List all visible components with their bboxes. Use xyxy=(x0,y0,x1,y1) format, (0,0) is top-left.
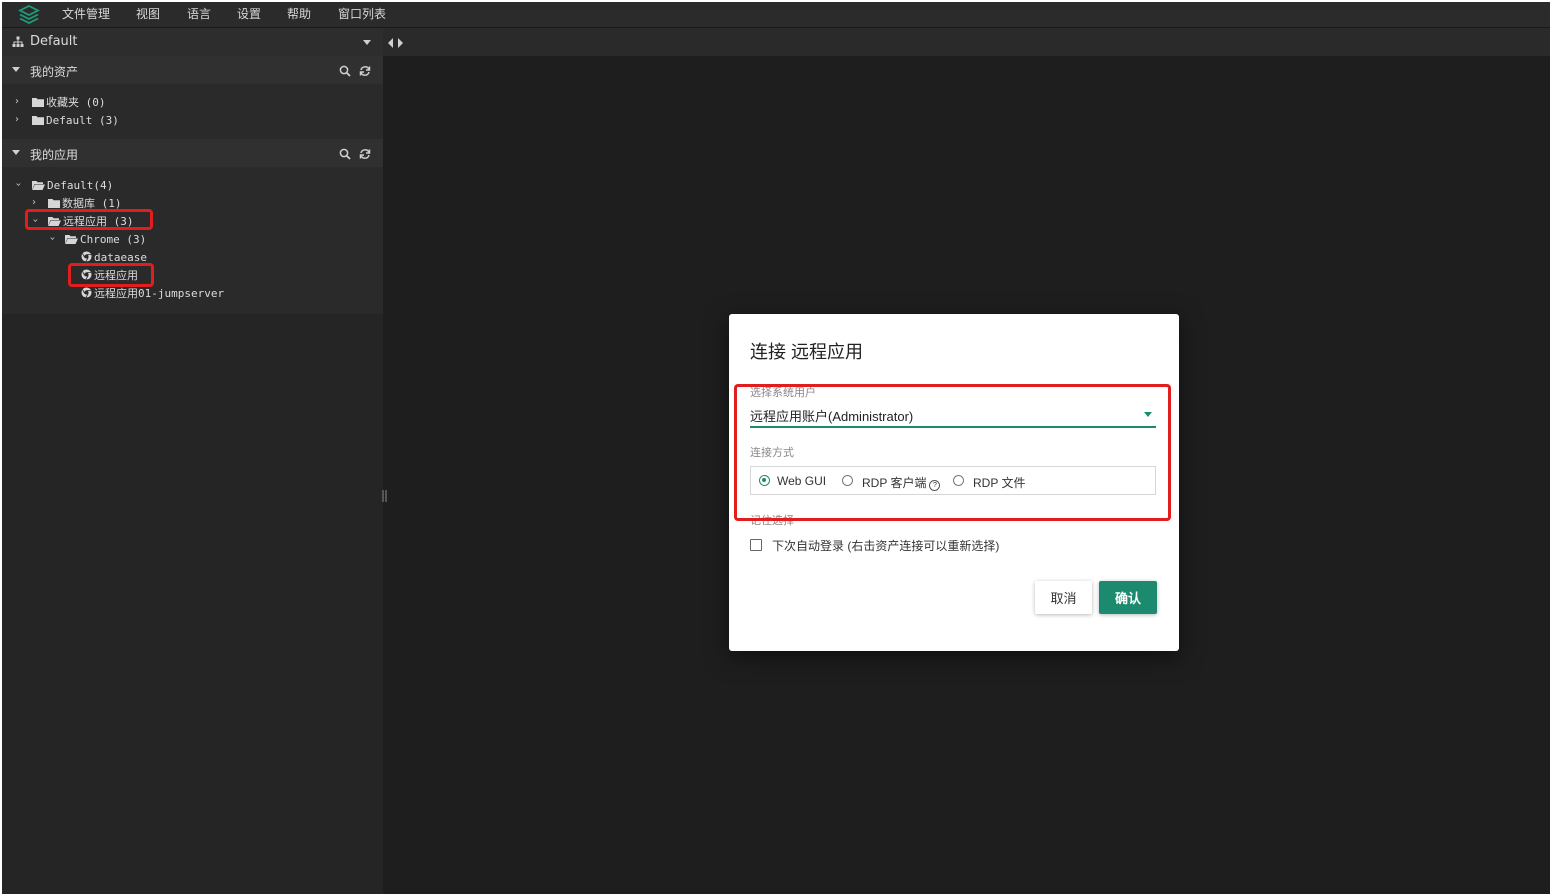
panel-toggle[interactable] xyxy=(387,34,405,53)
tree-node-label: 收藏夹 (0) xyxy=(46,96,106,109)
chrome-icon xyxy=(81,287,92,298)
chevron-right-icon[interactable]: › xyxy=(15,96,19,107)
tree-node-default-apps[interactable]: Default(4) xyxy=(32,179,113,193)
collapse-arrows-icon[interactable] xyxy=(387,37,405,49)
chevron-down-icon[interactable] xyxy=(363,40,371,45)
section-my-applications[interactable]: 我的应用 xyxy=(2,139,383,167)
sitemap-icon xyxy=(12,36,24,47)
menu-language[interactable]: 语言 xyxy=(187,6,211,22)
folder-icon xyxy=(32,98,44,107)
folder-icon xyxy=(48,199,60,208)
auto-login-label[interactable]: 下次自动登录 (右击资产连接可以重新选择) xyxy=(772,537,999,554)
menu-window-list[interactable]: 窗口列表 xyxy=(338,6,386,22)
menu-view[interactable]: 视图 xyxy=(136,6,160,22)
chevron-right-icon[interactable]: › xyxy=(32,197,36,208)
menu-help[interactable]: 帮助 xyxy=(287,6,311,22)
folder-open-icon xyxy=(32,181,45,190)
tree-node-label: Chrome (3) xyxy=(80,233,147,246)
highlight-box xyxy=(68,263,154,287)
splitter-handle-icon[interactable] xyxy=(382,490,387,502)
folder-icon xyxy=(32,116,44,125)
menu-settings[interactable]: 设置 xyxy=(237,6,261,22)
caret-down-icon[interactable] xyxy=(12,150,20,155)
tree-node-default-assets[interactable]: Default (3) xyxy=(32,114,119,128)
search-icon[interactable] xyxy=(339,65,351,77)
refresh-icon[interactable] xyxy=(359,148,371,160)
tab-bar xyxy=(383,28,1550,56)
tree-node-label: Default(4) xyxy=(47,179,114,192)
section-tools xyxy=(339,62,371,81)
folder-open-icon xyxy=(65,235,78,244)
cancel-button[interactable]: 取消 xyxy=(1035,581,1092,614)
tree-node-remote-app-jumpserver[interactable]: 远程应用01-jumpserver xyxy=(81,287,224,301)
section-title: 我的应用 xyxy=(30,148,79,162)
confirm-button[interactable]: 确认 xyxy=(1099,581,1157,614)
profile-selector[interactable]: Default xyxy=(2,28,383,57)
search-icon[interactable] xyxy=(339,148,351,160)
section-tools xyxy=(339,145,371,164)
profile-label: Default xyxy=(30,34,78,49)
section-my-assets[interactable]: 我的资产 xyxy=(2,56,383,84)
chrome-icon xyxy=(81,251,92,262)
highlight-box xyxy=(734,384,1171,521)
tree-node-label: 远程应用01-jumpserver xyxy=(94,287,225,300)
refresh-icon[interactable] xyxy=(359,65,371,77)
dialog-title: 连接 远程应用 xyxy=(750,342,864,362)
jumpserver-logo-icon xyxy=(18,5,40,25)
sidebar: Default 我的资产 › 收藏夹 (0) › Default (3) 我的应… xyxy=(2,28,383,894)
tree-node-favorites[interactable]: 收藏夹 (0) xyxy=(32,96,106,110)
caret-down-icon[interactable] xyxy=(12,67,20,72)
tree-node-chrome[interactable]: Chrome (3) xyxy=(65,233,146,247)
chevron-right-icon[interactable]: › xyxy=(15,114,19,125)
section-title: 我的资产 xyxy=(30,65,79,79)
tree-node-label: Default (3) xyxy=(46,114,119,127)
menu-bar: 文件管理 视图 语言 设置 帮助 窗口列表 xyxy=(2,2,1550,28)
menu-file[interactable]: 文件管理 xyxy=(62,6,110,22)
chevron-down-icon[interactable]: › xyxy=(13,183,24,187)
chevron-down-icon[interactable]: › xyxy=(47,237,58,241)
highlight-box xyxy=(25,209,153,230)
tree-area: Default 我的资产 › 收藏夹 (0) › Default (3) 我的应… xyxy=(2,28,383,314)
auto-login-checkbox[interactable] xyxy=(750,539,762,551)
